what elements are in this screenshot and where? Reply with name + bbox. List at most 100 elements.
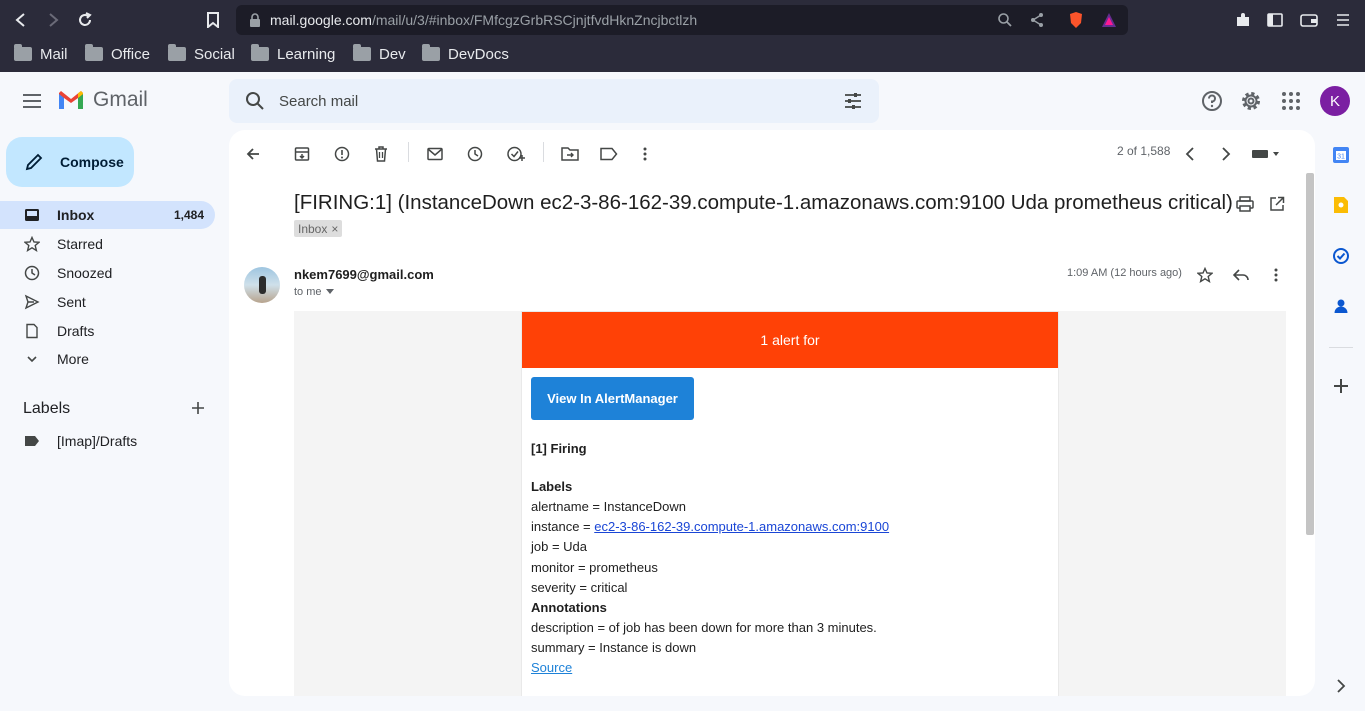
search-options-icon[interactable] <box>843 91 863 111</box>
newer-message-icon[interactable] <box>1178 142 1202 166</box>
bookmark-folder[interactable]: Social <box>168 44 235 64</box>
wallet-icon[interactable] <box>1297 8 1321 32</box>
sender-address[interactable]: nkem7699@gmail.com <box>294 267 434 282</box>
back-to-inbox-icon[interactable] <box>241 142 265 166</box>
move-to-icon[interactable] <box>558 142 582 166</box>
browser-chrome: mail.google.com/mail/u/3/#inbox/FMfcgzGr… <box>0 0 1365 72</box>
sidebar-item-label: Inbox <box>57 207 95 223</box>
bookmark-icon[interactable] <box>201 8 225 32</box>
search-bar <box>229 79 879 123</box>
url-text: mail.google.com/mail/u/3/#inbox/FMfcgzGr… <box>270 12 697 28</box>
pagination-count: 2 of 1,588 <box>1117 144 1171 158</box>
older-message-icon[interactable] <box>1214 142 1238 166</box>
sidebar-item-label: Sent <box>57 294 86 310</box>
chip-close-icon[interactable]: × <box>331 222 338 236</box>
expand-panel-icon[interactable] <box>1331 676 1351 696</box>
message-scrollbar[interactable] <box>1306 173 1314 535</box>
get-addons-icon[interactable] <box>1331 376 1351 396</box>
browser-menu-icon[interactable] <box>1331 8 1355 32</box>
sidebar-item-label: More <box>57 351 89 367</box>
mark-unread-icon[interactable] <box>423 142 447 166</box>
bookmark-folder[interactable]: DevDocs <box>422 44 509 64</box>
main-menu-icon[interactable] <box>20 89 44 113</box>
zoom-icon[interactable] <box>996 11 1014 29</box>
sidebar-item-inbox[interactable]: Inbox 1,484 <box>0 201 215 229</box>
label-alertname: alertname = InstanceDown <box>531 499 687 514</box>
instance-prefix: instance = <box>531 519 595 534</box>
brave-shield-icon[interactable] <box>1067 11 1085 29</box>
gmail-wordmark: Gmail <box>93 88 148 111</box>
apps-grid-icon[interactable] <box>1279 89 1303 113</box>
chevron-down-icon <box>24 351 40 367</box>
add-to-tasks-icon[interactable] <box>504 142 528 166</box>
share-icon[interactable] <box>1028 11 1046 29</box>
inbox-label-chip[interactable]: Inbox × <box>294 220 343 237</box>
reload-icon[interactable] <box>73 8 97 32</box>
url-path: /mail/u/3/#inbox/FMfcgzGrbRSCjnjtfvdHknZ… <box>371 12 698 28</box>
compose-label: Compose <box>60 154 124 170</box>
sidebar-item-more[interactable]: More <box>0 345 215 373</box>
forward-icon[interactable] <box>41 8 65 32</box>
help-icon[interactable] <box>1200 89 1224 113</box>
sidebar-item-label: Drafts <box>57 323 95 339</box>
search-icon[interactable] <box>245 91 265 111</box>
delete-icon[interactable] <box>369 142 393 166</box>
search-input[interactable] <box>279 79 819 123</box>
folder-icon <box>14 44 32 61</box>
bookmark-label: Mail <box>40 45 68 63</box>
sidebar-item-label: Snoozed <box>57 265 113 281</box>
recipient-details[interactable]: to me <box>294 286 334 298</box>
report-spam-icon[interactable] <box>330 142 354 166</box>
archive-icon[interactable] <box>290 142 314 166</box>
bookmark-folder[interactable]: Dev <box>353 44 406 64</box>
input-tools-icon[interactable] <box>1249 142 1283 166</box>
gmail-logo[interactable]: Gmail <box>57 88 148 112</box>
bookmark-folder[interactable]: Office <box>85 44 150 64</box>
sidebar-item-drafts[interactable]: Drafts <box>0 317 215 345</box>
rail-divider <box>1329 347 1353 348</box>
sidebar-item-label-imap-drafts[interactable]: [Imap]/Drafts <box>0 427 215 455</box>
bookmark-label: Learning <box>277 45 336 63</box>
label-as-icon[interactable] <box>597 142 621 166</box>
sender-avatar[interactable] <box>244 267 280 303</box>
source-link[interactable]: Source <box>531 660 572 675</box>
star-icon <box>24 236 40 252</box>
reply-icon[interactable] <box>1231 265 1251 285</box>
add-label-icon[interactable] <box>190 400 208 418</box>
sidebar-item-starred[interactable]: Starred <box>0 230 215 258</box>
open-in-new-window-icon[interactable] <box>1266 193 1288 215</box>
email-body: 1 alert for View In AlertManager [1] Fir… <box>294 311 1286 696</box>
bookmark-folder[interactable]: Learning <box>251 44 335 64</box>
svg-text:31: 31 <box>1337 154 1345 161</box>
label-job: job = Uda <box>531 539 588 554</box>
caret-down-icon <box>325 289 334 294</box>
label-instance: instance = ec2-3-86-162-39.compute-1.ama… <box>531 519 889 534</box>
chip-label: Inbox <box>298 221 328 236</box>
instance-link[interactable]: ec2-3-86-162-39.compute-1.amazonaws.com:… <box>594 519 889 534</box>
sidebar-item-snoozed[interactable]: Snoozed <box>0 259 215 287</box>
browser-toolbar: mail.google.com/mail/u/3/#inbox/FMfcgzGr… <box>0 0 1365 40</box>
message-more-icon[interactable] <box>1266 265 1286 285</box>
sidebar-item-sent[interactable]: Sent <box>0 288 215 316</box>
tasks-icon[interactable] <box>1331 246 1351 266</box>
sidebar-item-label: Starred <box>57 236 103 252</box>
settings-gear-icon[interactable] <box>1239 89 1263 113</box>
star-message-icon[interactable] <box>1195 265 1215 285</box>
bookmark-label: Social <box>194 45 235 63</box>
account-avatar[interactable]: K <box>1320 86 1350 116</box>
back-icon[interactable] <box>9 8 33 32</box>
bookmark-folder[interactable]: Mail <box>14 44 68 64</box>
address-bar[interactable]: mail.google.com/mail/u/3/#inbox/FMfcgzGr… <box>236 5 1128 35</box>
unread-count: 1,484 <box>173 208 204 222</box>
extensions-icon[interactable] <box>1231 8 1255 32</box>
keep-icon[interactable] <box>1331 195 1351 215</box>
compose-button[interactable]: Compose <box>6 137 134 187</box>
more-options-icon[interactable] <box>633 142 657 166</box>
print-icon[interactable] <box>1234 193 1256 215</box>
contacts-icon[interactable] <box>1331 296 1351 316</box>
sidebar-toggle-icon[interactable] <box>1263 8 1287 32</box>
snooze-icon[interactable] <box>463 142 487 166</box>
brave-rewards-icon[interactable] <box>1100 11 1118 29</box>
view-in-alertmanager-button[interactable]: View In AlertManager <box>531 377 694 420</box>
calendar-icon[interactable]: 31 <box>1331 145 1351 165</box>
